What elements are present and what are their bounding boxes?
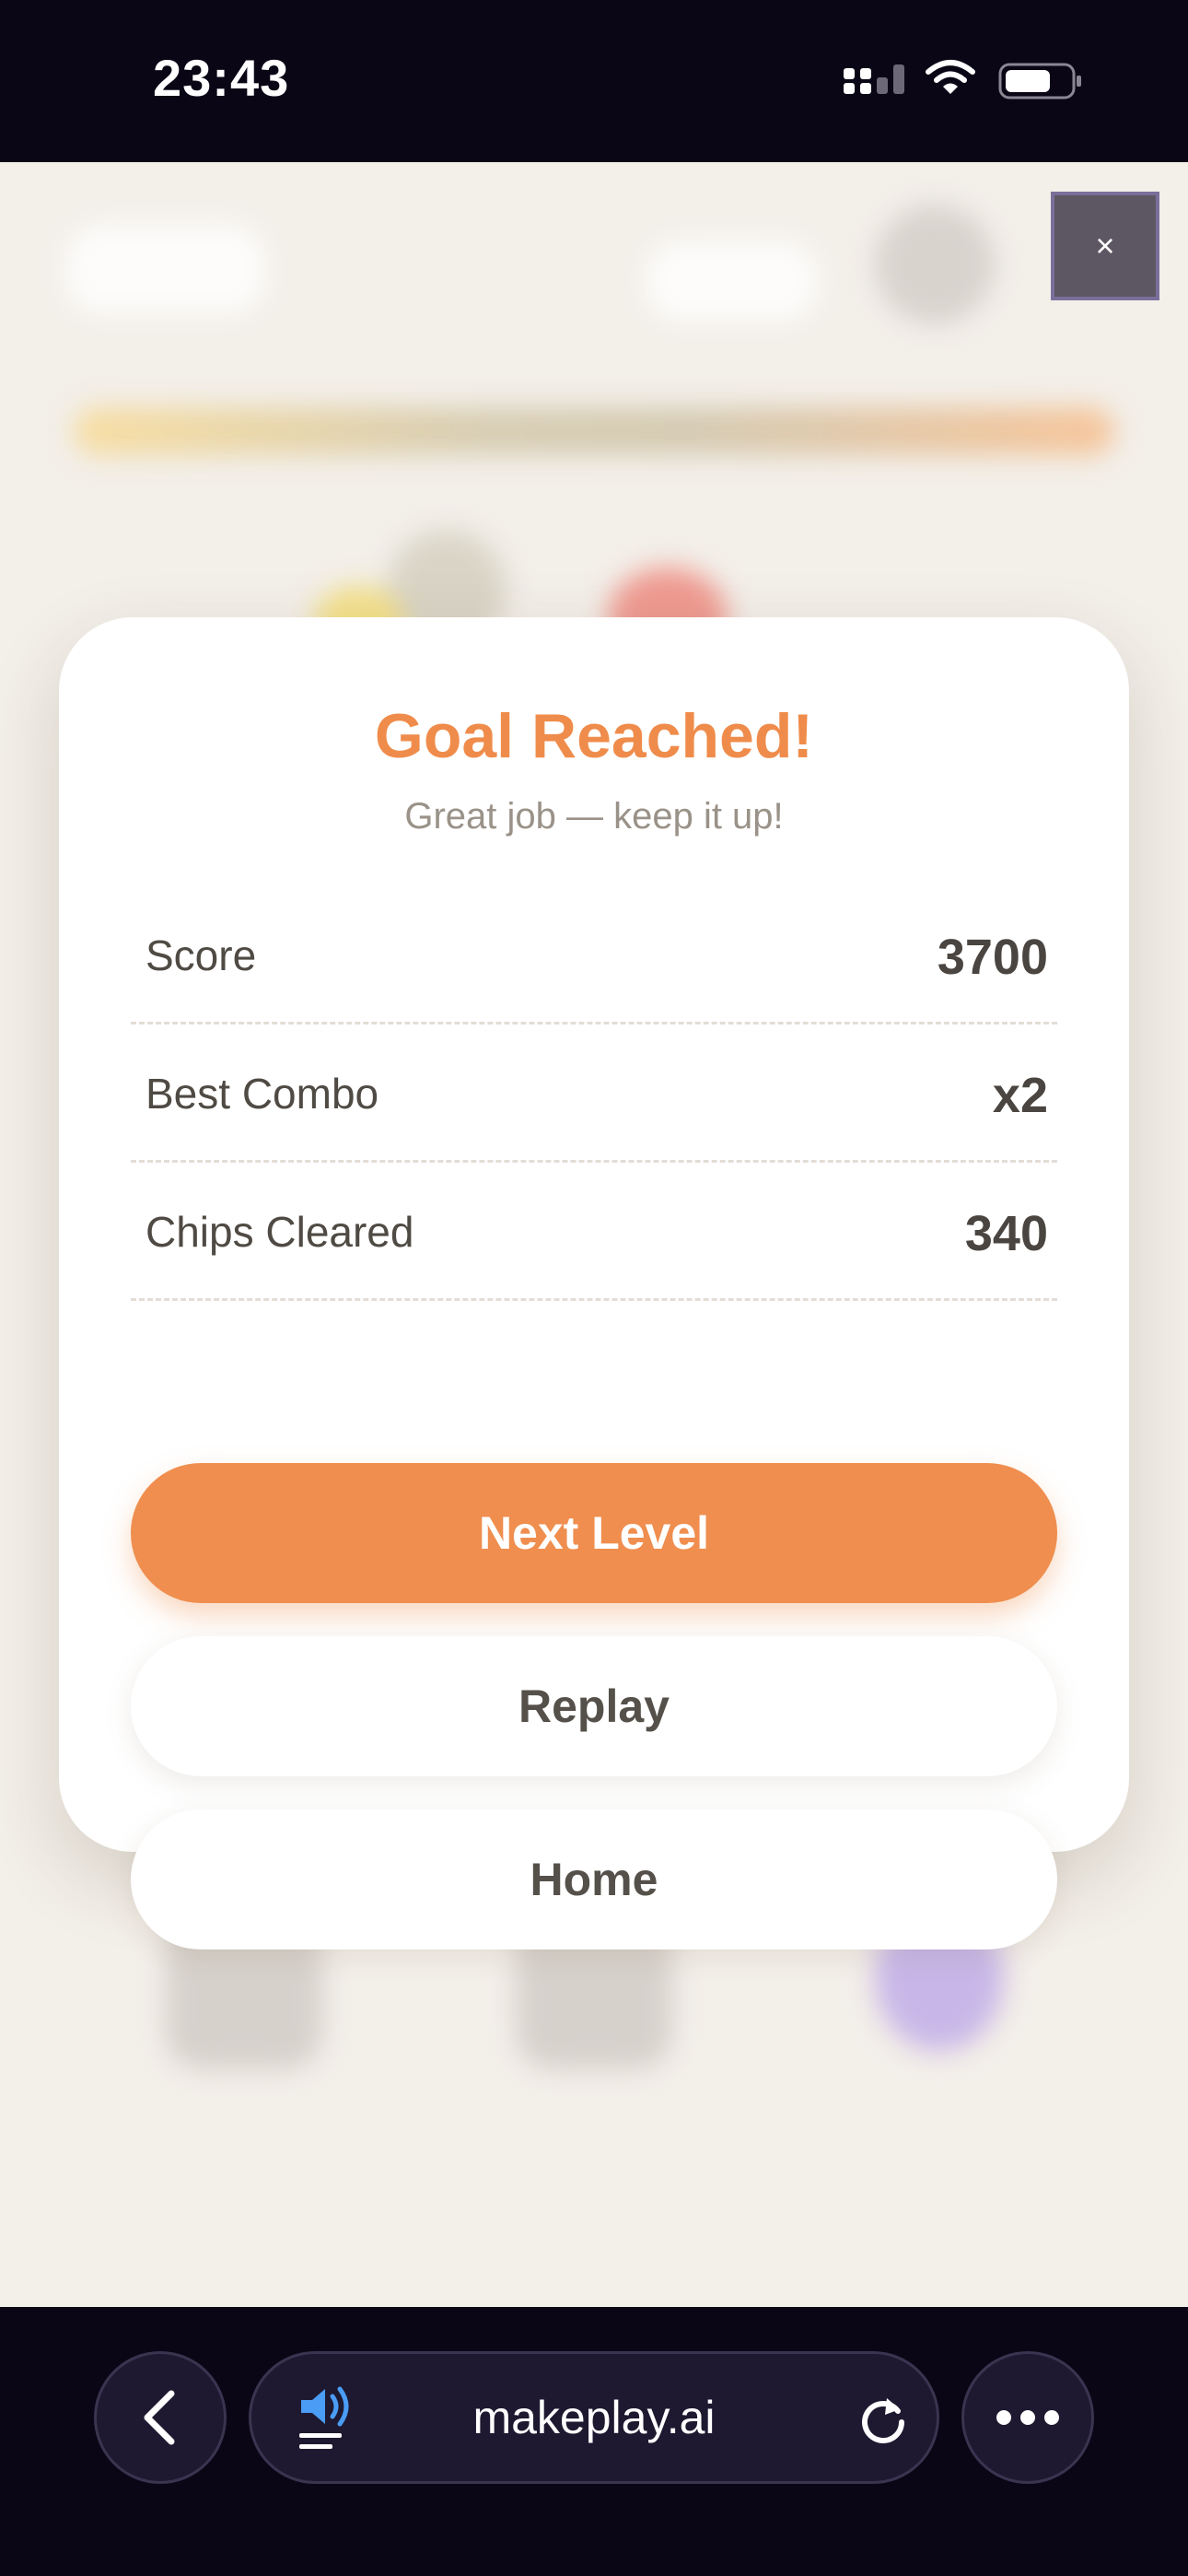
- url-text: makeplay.ai: [472, 2392, 716, 2443]
- reload-icon[interactable]: [856, 2391, 911, 2446]
- more-icon: [996, 2410, 1059, 2425]
- battery-icon: [998, 63, 1081, 100]
- stat-row-best-combo: Best Combo x2: [131, 1025, 1057, 1163]
- status-bar: 23:43: [0, 0, 1188, 162]
- browser-toolbar: makeplay.ai: [0, 2307, 1188, 2576]
- level-complete-modal: Goal Reached! Great job — keep it up! Sc…: [59, 617, 1129, 1950]
- more-button[interactable]: [961, 2351, 1094, 2484]
- back-icon: [144, 2390, 175, 2445]
- stat-value: x2: [992, 1068, 1048, 1123]
- stat-row-chips-cleared: Chips Cleared 340: [131, 1163, 1057, 1301]
- stat-value: 340: [964, 1206, 1048, 1261]
- stat-label: Score: [146, 931, 257, 979]
- next-level-button[interactable]: Next Level: [131, 1463, 1057, 1603]
- close-button[interactable]: ×: [1051, 192, 1159, 300]
- home-button[interactable]: Home: [131, 1809, 1057, 1950]
- status-time: 23:43: [153, 49, 290, 107]
- signal-icon: [844, 64, 904, 94]
- wifi-icon: [926, 60, 975, 94]
- back-button[interactable]: [94, 2351, 227, 2484]
- stat-row-score: Score 3700: [131, 886, 1057, 1025]
- close-icon: ×: [1095, 227, 1115, 264]
- stat-label: Chips Cleared: [146, 1208, 414, 1256]
- modal-subtitle: Great job — keep it up!: [404, 796, 784, 837]
- address-bar[interactable]: makeplay.ai: [249, 2351, 939, 2484]
- game-screen: × Goal Reached! Great job — keep it up! …: [0, 162, 1188, 2307]
- replay-button[interactable]: Replay: [131, 1636, 1057, 1776]
- stat-label: Best Combo: [146, 1070, 379, 1118]
- stat-value: 3700: [937, 930, 1048, 985]
- modal-title: Goal Reached!: [374, 701, 814, 771]
